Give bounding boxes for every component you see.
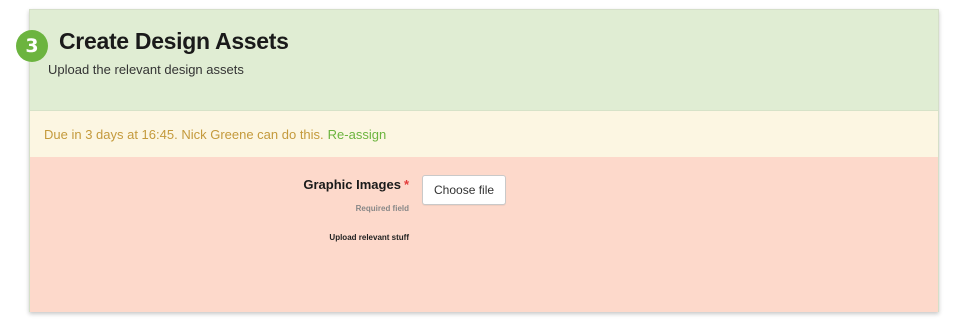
field-help-text: Upload relevant stuff	[329, 233, 409, 242]
step-number-badge: 3	[16, 30, 48, 62]
graphic-images-label: Graphic Images *	[303, 177, 409, 192]
required-asterisk: *	[403, 177, 409, 192]
due-text-container: Due in 3 days at 16:45. Nick Greene can …	[44, 127, 386, 142]
page: 3 Create Design Assets Upload the releva…	[0, 0, 960, 328]
task-subtitle: Upload the relevant design assets	[48, 62, 244, 77]
due-text: Due in 3 days at 16:45. Nick Greene can …	[44, 126, 324, 142]
choose-file-button[interactable]: Choose file	[422, 175, 507, 205]
upload-form: Graphic Images * Required field Upload re…	[30, 157, 938, 312]
task-header: Create Design Assets Upload the relevant…	[30, 10, 938, 111]
reassign-link[interactable]: Re-assign	[328, 127, 387, 142]
task-title: Create Design Assets	[59, 28, 289, 54]
field-label-text: Graphic Images	[303, 177, 401, 192]
due-notice: Due in 3 days at 16:45. Nick Greene can …	[30, 111, 938, 157]
task-card: Create Design Assets Upload the relevant…	[29, 9, 939, 312]
required-field-note: Required field	[355, 204, 409, 213]
